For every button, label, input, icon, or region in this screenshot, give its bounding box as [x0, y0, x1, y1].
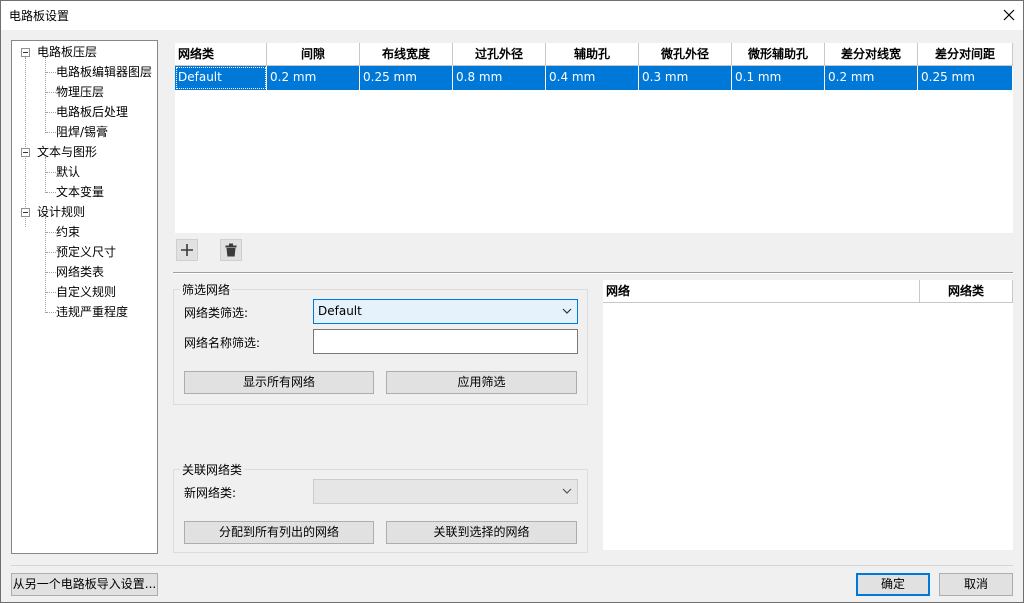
splitter[interactable]	[173, 272, 1013, 274]
grid-header-track-width[interactable]: 布线宽度	[360, 43, 453, 66]
grid-cell-netclass[interactable]: Default	[175, 66, 267, 90]
footer-divider	[11, 565, 1013, 566]
assign-all-listed-button[interactable]: 分配到所有列出的网络	[184, 521, 374, 544]
new-netclass-select[interactable]	[313, 479, 578, 504]
grid-header-dp-gap[interactable]: 差分对间距	[918, 43, 1013, 66]
trash-icon	[225, 243, 237, 257]
chevron-down-icon	[562, 308, 572, 314]
tree-item-constraints[interactable]: 约束	[56, 222, 80, 242]
tree-connector	[46, 292, 56, 293]
tree-connector	[45, 157, 46, 193]
assign-netclass-group-title: 关联网络类	[180, 461, 245, 478]
grid-cell-clearance[interactable]: 0.2 mm	[267, 66, 360, 90]
net-list-header-netclass[interactable]: 网络类	[920, 280, 1013, 303]
grid-cell-dp-width[interactable]: 0.2 mm	[825, 66, 918, 90]
collapse-icon[interactable]	[21, 48, 30, 57]
tree-item-custom-rules[interactable]: 自定义规则	[56, 282, 116, 302]
settings-tree[interactable]: 电路板压层 电路板编辑器图层 物理压层 电路板后处理 阻焊/锡膏 文本与图形 默…	[11, 40, 158, 554]
grid-header-clearance[interactable]: 间隙	[267, 43, 360, 66]
grid-header-netclass[interactable]: 网络类	[175, 43, 267, 66]
tree-connector	[46, 112, 56, 113]
netclass-grid[interactable]: 网络类 间隙 布线宽度 过孔外径 辅助孔 微孔外径 微形辅助孔 差分对线宽 差分…	[175, 43, 1013, 233]
show-all-nets-button[interactable]: 显示所有网络	[184, 371, 374, 394]
tree-connector	[46, 272, 56, 273]
tree-connector	[45, 57, 46, 133]
grid-header-microvia-hole[interactable]: 微形辅助孔	[732, 43, 825, 66]
close-button[interactable]	[994, 0, 1024, 30]
delete-netclass-button[interactable]	[220, 239, 242, 261]
plus-icon	[181, 244, 193, 256]
netname-filter-label: 网络名称筛选:	[184, 336, 261, 350]
netname-filter-input[interactable]	[313, 329, 578, 354]
grid-header-via-hole[interactable]: 辅助孔	[546, 43, 639, 66]
grid-header-dp-width[interactable]: 差分对线宽	[825, 43, 918, 66]
cancel-button[interactable]: 取消	[939, 573, 1013, 596]
tree-connector	[46, 252, 56, 253]
netclass-filter-label: 网络类筛选:	[184, 306, 249, 320]
tree-item-board-finish[interactable]: 电路板后处理	[56, 102, 128, 122]
net-list-header-net[interactable]: 网络	[603, 280, 920, 303]
tree-connector	[46, 232, 56, 233]
tree-connector	[46, 192, 56, 193]
chevron-down-icon	[562, 488, 572, 494]
tree-connector	[46, 132, 56, 133]
tree-item-net-classes[interactable]: 网络类表	[56, 262, 104, 282]
title-bar	[0, 0, 1024, 30]
tree-connector	[46, 172, 56, 173]
tree-connector	[46, 72, 56, 73]
tree-item-text-variables[interactable]: 文本变量	[56, 182, 104, 202]
tree-item-predefined-sizes[interactable]: 预定义尺寸	[56, 242, 116, 262]
tree-connector	[46, 92, 56, 93]
tree-connector	[25, 57, 26, 227]
apply-filter-button[interactable]: 应用筛选	[386, 371, 577, 394]
grid-cell-via-hole[interactable]: 0.4 mm	[546, 66, 639, 90]
grid-cell-microvia-hole[interactable]: 0.1 mm	[732, 66, 825, 90]
grid-cell-track-width[interactable]: 0.25 mm	[360, 66, 453, 90]
tree-item-solder-mask-paste[interactable]: 阻焊/锡膏	[56, 122, 108, 142]
grid-header-microvia-size[interactable]: 微孔外径	[639, 43, 732, 66]
grid-cell-dp-gap[interactable]: 0.25 mm	[918, 66, 1013, 90]
tree-item-board-editor-layers[interactable]: 电路板编辑器图层	[56, 62, 152, 82]
grid-cell-microvia-size[interactable]: 0.3 mm	[639, 66, 732, 90]
close-icon	[1003, 9, 1015, 21]
window-title: 电路板设置	[9, 9, 70, 23]
tree-item-violation-severity[interactable]: 违规严重程度	[56, 302, 128, 322]
tree-connector	[46, 312, 56, 313]
collapse-icon[interactable]	[21, 208, 30, 217]
assign-selected-button[interactable]: 关联到选择的网络	[386, 521, 577, 544]
tree-item-defaults[interactable]: 默认	[56, 162, 80, 182]
add-netclass-button[interactable]	[176, 239, 198, 261]
collapse-icon[interactable]	[21, 148, 30, 157]
tree-item-physical-stackup[interactable]: 物理压层	[56, 82, 104, 102]
net-list[interactable]: 网络 网络类	[603, 280, 1013, 550]
grid-header-via-size[interactable]: 过孔外径	[453, 43, 546, 66]
ok-button[interactable]: 确定	[856, 573, 930, 596]
netclass-filter-select[interactable]: Default	[313, 299, 578, 324]
new-netclass-label: 新网络类:	[184, 486, 237, 500]
grid-cell-via-size[interactable]: 0.8 mm	[453, 66, 546, 90]
import-settings-button[interactable]: 从另一个电路板导入设置...	[11, 573, 158, 596]
filter-nets-group-title: 筛选网络	[180, 281, 233, 298]
